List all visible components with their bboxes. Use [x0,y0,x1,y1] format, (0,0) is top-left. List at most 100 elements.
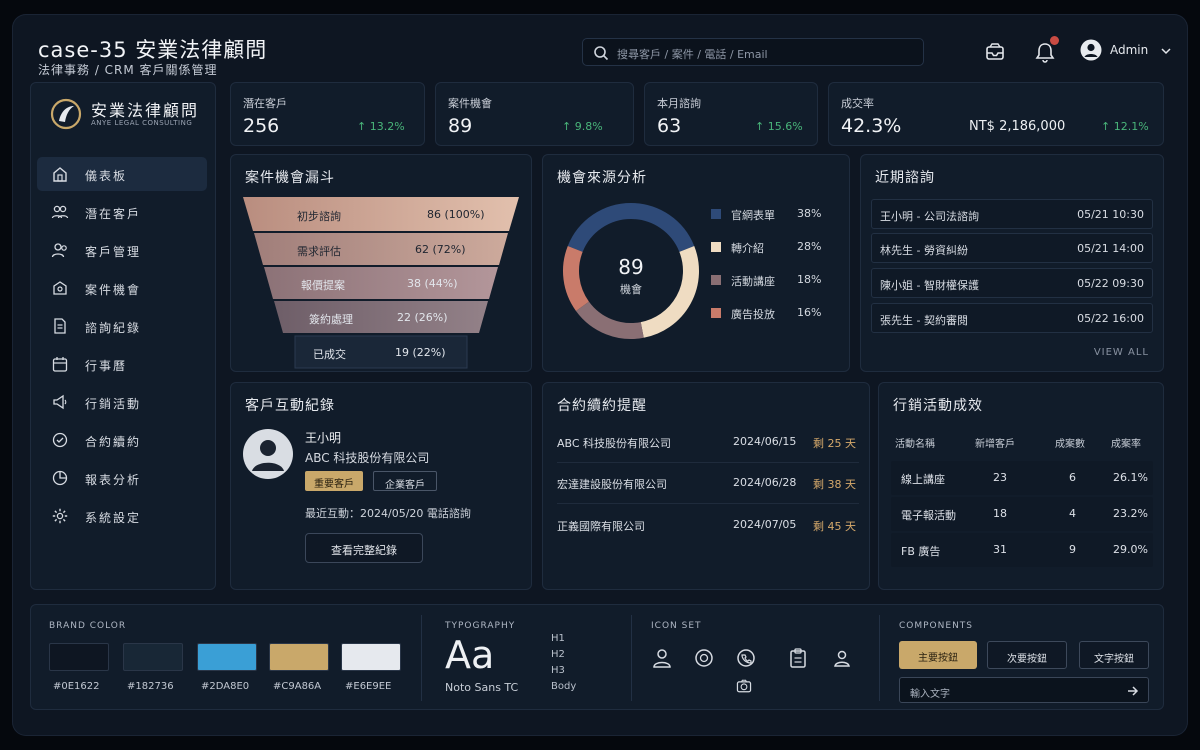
table-header: 成案率 [1111,439,1141,450]
sidebar-item-marketing[interactable]: 行銷活動 [37,385,207,419]
clipboard-icon [790,648,806,668]
hex-code: #E6E9EE [345,681,392,692]
sidebar-item-leads[interactable]: 潛在客戶 [37,195,207,229]
recent-consultations-panel: 近期諮詢 王小明 - 公司法諮詢 05/21 10:30 林先生 - 勞資糾紛 05… [860,154,1164,372]
consultation-item[interactable]: 林先生 - 勞資糾紛 05/21 14:00 [871,233,1153,263]
kpi-change: ↑ 12.1% [1101,120,1149,133]
secondary-button-sample[interactable]: 次要按鈕 [987,641,1067,669]
heading-level: H2 [551,649,565,660]
consultation-item[interactable]: 王小明 - 公司法諮詢 05/21 10:30 [871,199,1153,229]
calendar-icon [52,357,68,372]
megaphone-icon [53,394,67,410]
divider [879,615,880,701]
sidebar-item-label: 行銷活動 [85,397,142,411]
brand-swatch [341,643,401,671]
panel-title: 合約續約提醒 [557,398,647,414]
donut-center-label: 機會 [620,283,642,296]
table-row: 線上講座 23 6 26.1% [891,461,1153,495]
font-name: Noto Sans TC [445,681,519,694]
dashboard-icon [53,167,67,182]
typography-sample: Aa [445,633,495,677]
camera-icon [736,679,752,693]
coin-icon [695,649,713,667]
hex-code: #0E1622 [53,681,100,692]
inbox-icon[interactable] [982,39,1008,65]
vip-tag: 重要客戶 [305,471,363,491]
chevron-down-icon[interactable] [1160,46,1172,56]
consultation-item[interactable]: 陳小姐 - 智財權保護 05/22 09:30 [871,268,1153,298]
table-header: 成案數 [1055,439,1085,450]
user-name[interactable]: Admin [1110,43,1148,57]
text-input-sample[interactable]: 輸入文字 [899,677,1149,703]
client-interaction-panel: 客戶互動紀錄 王小明 ABC 科技股份有限公司 重要客戶 企業客戶 最近互動：2… [230,382,532,590]
contract-row[interactable]: 宏達建設股份有限公司 2024/06/28 剩 38 天 [557,464,859,504]
kpi-label: 潛在客戶 [243,97,287,110]
divider [421,615,422,701]
sidebar-item-label: 案件機會 [85,283,142,297]
sidebar-item-reports[interactable]: 報表分析 [37,461,207,495]
view-full-record-button[interactable]: 查看完整紀錄 [305,533,423,563]
sidebar-item-dashboard[interactable]: 儀表板 [37,157,207,191]
kpi-value: 256 [243,115,280,137]
heading-level: Body [551,681,577,692]
app-frame: case-35 安業法律顧問 法律事務 / CRM 客戶關係管理 搜尋客戶 / … [12,14,1188,736]
sidebar-item-label: 行事曆 [85,359,128,373]
person-icon [834,650,850,667]
text-button-sample[interactable]: 文字按鈕 [1079,641,1149,669]
legend-swatch [711,275,721,285]
kpi-label: 成交率 [841,97,874,110]
search-placeholder: 搜尋客戶 / 案件 / 電話 / Email [617,48,768,61]
kpi-change: ↑ 13.2% [357,120,405,133]
consultation-item[interactable]: 張先生 - 契約審閱 05/22 16:00 [871,303,1153,333]
sidebar-item-opportunities[interactable]: 案件機會 [37,271,207,305]
sidebar-item-renewals[interactable]: 合約續約 [37,423,207,457]
table-row: FB 廣告 31 9 29.0% [891,533,1153,567]
sidebar-item-label: 報表分析 [85,473,142,487]
brand-swatch [49,643,109,671]
funnel-stage: 已成交 19 (22%) [313,346,446,361]
contract-renewal-panel: 合約續約提醒 ABC 科技股份有限公司 2024/06/15 剩 25 天 宏達建設… [542,382,870,590]
funnel-stage: 初步諮詢 86 (100%) [297,208,485,223]
app-subtitle: 法律事務 / CRM 客戶關係管理 [38,63,218,77]
legend-swatch [711,209,721,219]
kpi-leads-card: 潛在客戶 256 ↑ 13.2% [230,82,425,146]
panel-title: 近期諮詢 [875,170,935,186]
notification-badge [1050,36,1059,45]
contract-row[interactable]: 正義國際有限公司 2024/07/05 剩 45 天 [557,506,859,546]
recent-interaction: 最近互動：2024/05/20 電話諮詢 [305,507,471,520]
funnel-stage: 報價提案 38 (44%) [301,277,458,292]
sidebar-item-clients[interactable]: 客戶管理 [37,233,207,267]
sidebar-item-consultations[interactable]: 諮詢紀錄 [37,309,207,343]
view-all-link[interactable]: VIEW ALL [1094,347,1149,358]
sidebar-item-settings[interactable]: 系統設定 [37,499,207,533]
app-title: case-35 安業法律顧問 [38,38,268,62]
table-header: 新增客戶 [975,439,1015,450]
sidebar-item-label: 合約續約 [85,435,142,449]
user-icon [653,649,671,668]
source-analysis-panel: 機會來源分析 89 機會 官網表單 38% 轉介紹 28% 活動講座 18% 廣告投放… [542,154,850,372]
kpi-value: 63 [657,115,682,137]
search-icon [594,46,609,61]
gear-icon [52,508,68,524]
report-icon [52,470,68,486]
legend-swatch [711,242,721,252]
primary-button-sample[interactable]: 主要按鈕 [899,641,977,669]
panel-title: 行銷活動成效 [893,398,983,414]
brand-name: 安業法律顧問 [91,101,200,120]
client-company: ABC 科技股份有限公司 [305,451,430,465]
kpi-revenue: NT$ 2,186,000 [969,119,1066,134]
phone-icon [737,649,755,667]
client-name: 王小明 [305,431,342,445]
users-icon [51,205,69,219]
search-input[interactable]: 搜尋客戶 / 案件 / 電話 / Email [582,38,924,66]
sidebar-item-label: 儀表板 [85,169,128,183]
panel-title: 客戶互動紀錄 [245,398,335,414]
user-avatar-icon[interactable] [1080,39,1102,61]
sidebar: 安業法律顧問 ANYE LEGAL CONSULTING 儀表板 潛在客戶 客戶… [30,82,216,590]
sidebar-item-calendar[interactable]: 行事曆 [37,347,207,381]
contract-row[interactable]: ABC 科技股份有限公司 2024/06/15 剩 25 天 [557,423,859,463]
sidebar-item-label: 客戶管理 [85,245,142,259]
brand-swatch [123,643,183,671]
kpi-label: 案件機會 [448,97,492,110]
marketing-performance-panel: 行銷活動成效 活動名稱 新增客戶 成案數 成案率 線上講座 23 6 26.1% 電子… [878,382,1164,590]
